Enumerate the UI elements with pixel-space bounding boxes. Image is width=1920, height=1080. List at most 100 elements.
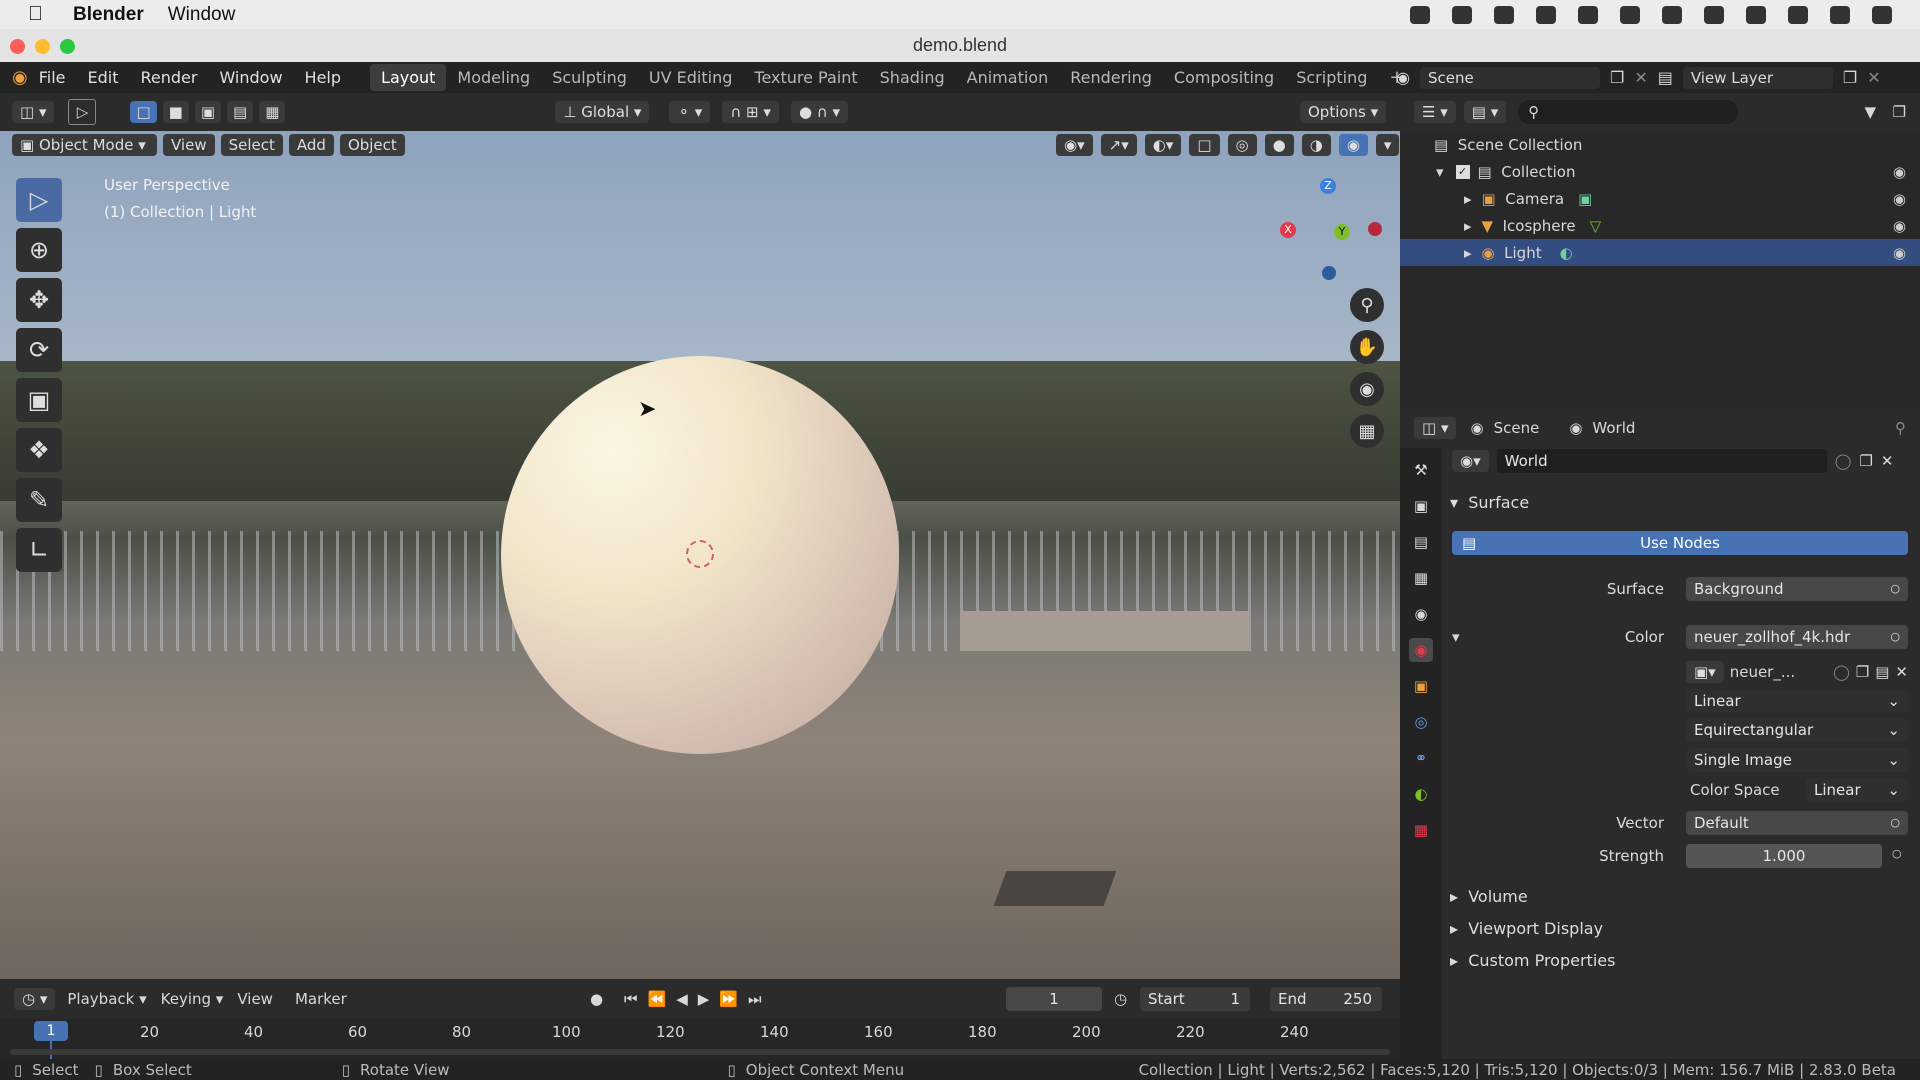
delete-scene-icon[interactable]: ✕ (1634, 68, 1647, 87)
timeline-scrollbar[interactable] (10, 1049, 1390, 1055)
use-nodes-button[interactable]: ▤ Use Nodes (1452, 531, 1908, 555)
breadcrumb-world[interactable]: World (1592, 419, 1635, 437)
tab-sculpting[interactable]: Sculpting (541, 64, 638, 91)
start-frame-field[interactable]: Start 1 (1140, 987, 1250, 1011)
move-tool-icon[interactable]: ✥ (16, 278, 62, 322)
measure-tool-icon[interactable]: ∟ (16, 528, 62, 572)
play-reverse-icon[interactable]: ◀ (676, 990, 688, 1008)
viewport-menu-view[interactable]: View (163, 134, 215, 156)
timeline-ruler[interactable]: 1 20 40 60 80 100 120 140 160 180 200 22… (0, 1019, 1400, 1059)
tab-layout[interactable]: Layout (370, 64, 447, 91)
editor-type-icon[interactable]: ◫ ▾ (12, 101, 55, 123)
world-name-field[interactable]: World (1496, 449, 1827, 473)
rendered-shading-icon[interactable]: ◉ (1338, 134, 1368, 156)
scale-tool-icon[interactable]: ▣ (16, 378, 62, 422)
new-scene-icon[interactable]: ❐ (1610, 68, 1624, 87)
view-layer-tab-icon[interactable]: ▦ (1409, 566, 1433, 590)
menu-help[interactable]: Help (294, 68, 352, 87)
visibility-icon[interactable]: ◉▾ (1056, 134, 1093, 156)
end-frame-field[interactable]: End 250 (1270, 987, 1382, 1011)
transform-tool-icon[interactable]: ❖ (16, 428, 62, 472)
select-tool-icon[interactable]: ▷ (68, 99, 97, 125)
scene-selector[interactable]: Scene (1419, 66, 1600, 89)
eye-icon[interactable]: ◉ (1893, 244, 1906, 262)
app-icon[interactable] (1536, 5, 1556, 24)
outliner-row-icosphere[interactable]: ▸ ▼ Icosphere ▽ ◉ (1400, 212, 1920, 239)
siri-icon[interactable] (1830, 5, 1850, 24)
image-open-icon[interactable]: ▤ (1875, 663, 1889, 681)
marker-menu[interactable]: Marker (295, 990, 347, 1008)
jump-end-icon[interactable]: ⏭ (748, 990, 762, 1008)
select-new-icon[interactable]: □ (130, 101, 157, 123)
outliner-row-light[interactable]: ▸ ◉ Light ◐ ◉ (1400, 239, 1920, 266)
menu-edit[interactable]: Edit (77, 68, 130, 87)
image-name-field[interactable]: neuer_... (1730, 663, 1827, 681)
menu-window[interactable]: Window (208, 68, 293, 87)
expand-arrow-icon[interactable]: ▸ (1464, 244, 1472, 262)
volume-section-header[interactable]: ▸ Volume (1450, 887, 1528, 906)
color-texture-field[interactable]: neuer_zollhof_4k.hdr ○ (1686, 625, 1908, 649)
object-tab-icon[interactable]: ▣ (1409, 674, 1433, 698)
texture-tab-icon[interactable]: ▦ (1409, 818, 1433, 842)
viewport-display-section-header[interactable]: ▸ Viewport Display (1450, 919, 1603, 938)
new-view-layer-icon[interactable]: ❐ (1843, 68, 1857, 87)
wifi-icon[interactable] (1662, 5, 1682, 24)
tab-compositing[interactable]: Compositing (1163, 64, 1285, 91)
dropbox-icon[interactable] (1452, 5, 1472, 24)
viewport-menu-object[interactable]: Object (339, 134, 405, 156)
timeline-view-menu[interactable]: View (237, 990, 273, 1008)
strength-socket-icon[interactable]: ○ (1892, 847, 1902, 860)
mesh-data-icon[interactable]: ▽ (1590, 217, 1602, 235)
volume-icon[interactable] (1704, 5, 1724, 24)
surface-section-header[interactable]: ▾ Surface (1450, 493, 1529, 512)
pivot-point-dropdown[interactable]: ⚬ ▾ (669, 101, 711, 123)
light-data-icon[interactable]: ◐ (1560, 244, 1573, 262)
fake-user-icon[interactable]: ◯ (1835, 452, 1852, 470)
overlay-toggle-icon[interactable]: ◐▾ (1144, 134, 1182, 156)
x-axis-handle[interactable]: X (1280, 222, 1296, 238)
image-duplicate-icon[interactable]: ❐ (1856, 663, 1869, 681)
physics-tab-icon[interactable]: ◎ (1409, 710, 1433, 734)
solid-shading-icon[interactable]: ● (1264, 134, 1294, 156)
tab-modeling[interactable]: Modeling (446, 64, 541, 91)
display-mode-icon[interactable]: ▤ ▾ (1463, 101, 1507, 123)
close-window-button[interactable] (10, 39, 25, 54)
tab-shading[interactable]: Shading (869, 64, 956, 91)
snap-toggle[interactable]: ∩ ⊞ ▾ (722, 101, 779, 123)
skype-icon[interactable] (1578, 5, 1598, 24)
source-dropdown[interactable]: Single Image ⌄ (1686, 748, 1908, 772)
tab-animation[interactable]: Animation (956, 64, 1060, 91)
eye-icon[interactable]: ◉ (1893, 190, 1906, 208)
surface-shader-field[interactable]: Background ○ (1686, 577, 1908, 601)
outliner-search-input[interactable]: ⚲ (1518, 100, 1739, 124)
pin-icon[interactable]: ⚲ (1895, 419, 1906, 437)
world-tab-icon[interactable]: ◉ (1409, 638, 1433, 662)
spotlight-icon[interactable] (1788, 5, 1808, 24)
scene-tab-icon[interactable]: ◉ (1409, 602, 1433, 626)
prev-keyframe-icon[interactable]: ⏪ (648, 990, 667, 1008)
image-unlink-icon[interactable]: ✕ (1895, 663, 1908, 681)
expand-arrow-icon[interactable]: ▸ (1464, 217, 1472, 235)
record-keyframe-icon[interactable]: ● (590, 990, 603, 1008)
transform-orientation-dropdown[interactable]: ⊥ Global ▾ (555, 101, 650, 123)
outliner-row-camera[interactable]: ▸ ▣ Camera ▣ ◉ (1400, 185, 1920, 212)
collection-checkbox[interactable]: ✓ (1455, 164, 1470, 179)
app-menu[interactable]: Blender (73, 4, 144, 26)
jump-start-icon[interactable]: ⏮ (624, 990, 638, 1008)
rotate-tool-icon[interactable]: ⟳ (16, 328, 62, 372)
eye-icon[interactable]: ◉ (1893, 217, 1906, 235)
object-data-tab-icon[interactable]: ◐ (1409, 782, 1433, 806)
y-axis-handle[interactable]: Y (1334, 224, 1350, 240)
zoom-window-button[interactable] (60, 39, 75, 54)
interpolation-dropdown[interactable]: Linear ⌄ (1686, 689, 1908, 713)
mac-window-menu[interactable]: Window (168, 4, 236, 26)
outliner-editor-type-icon[interactable]: ☰ ▾ (1414, 101, 1456, 123)
viewport-menu-select[interactable]: Select (220, 134, 283, 156)
filter-icon[interactable]: ▼ (1864, 103, 1876, 121)
calendar-icon[interactable] (1746, 5, 1766, 24)
camera-view-icon[interactable]: ◉ (1350, 372, 1384, 406)
xray-toggle-icon[interactable]: □ (1189, 134, 1220, 156)
cursor-tool-icon[interactable]: ⊕ (16, 228, 62, 272)
proportional-edit-toggle[interactable]: ● ∩ ▾ (790, 101, 849, 123)
shading-options-icon[interactable]: ▾ (1375, 134, 1400, 156)
